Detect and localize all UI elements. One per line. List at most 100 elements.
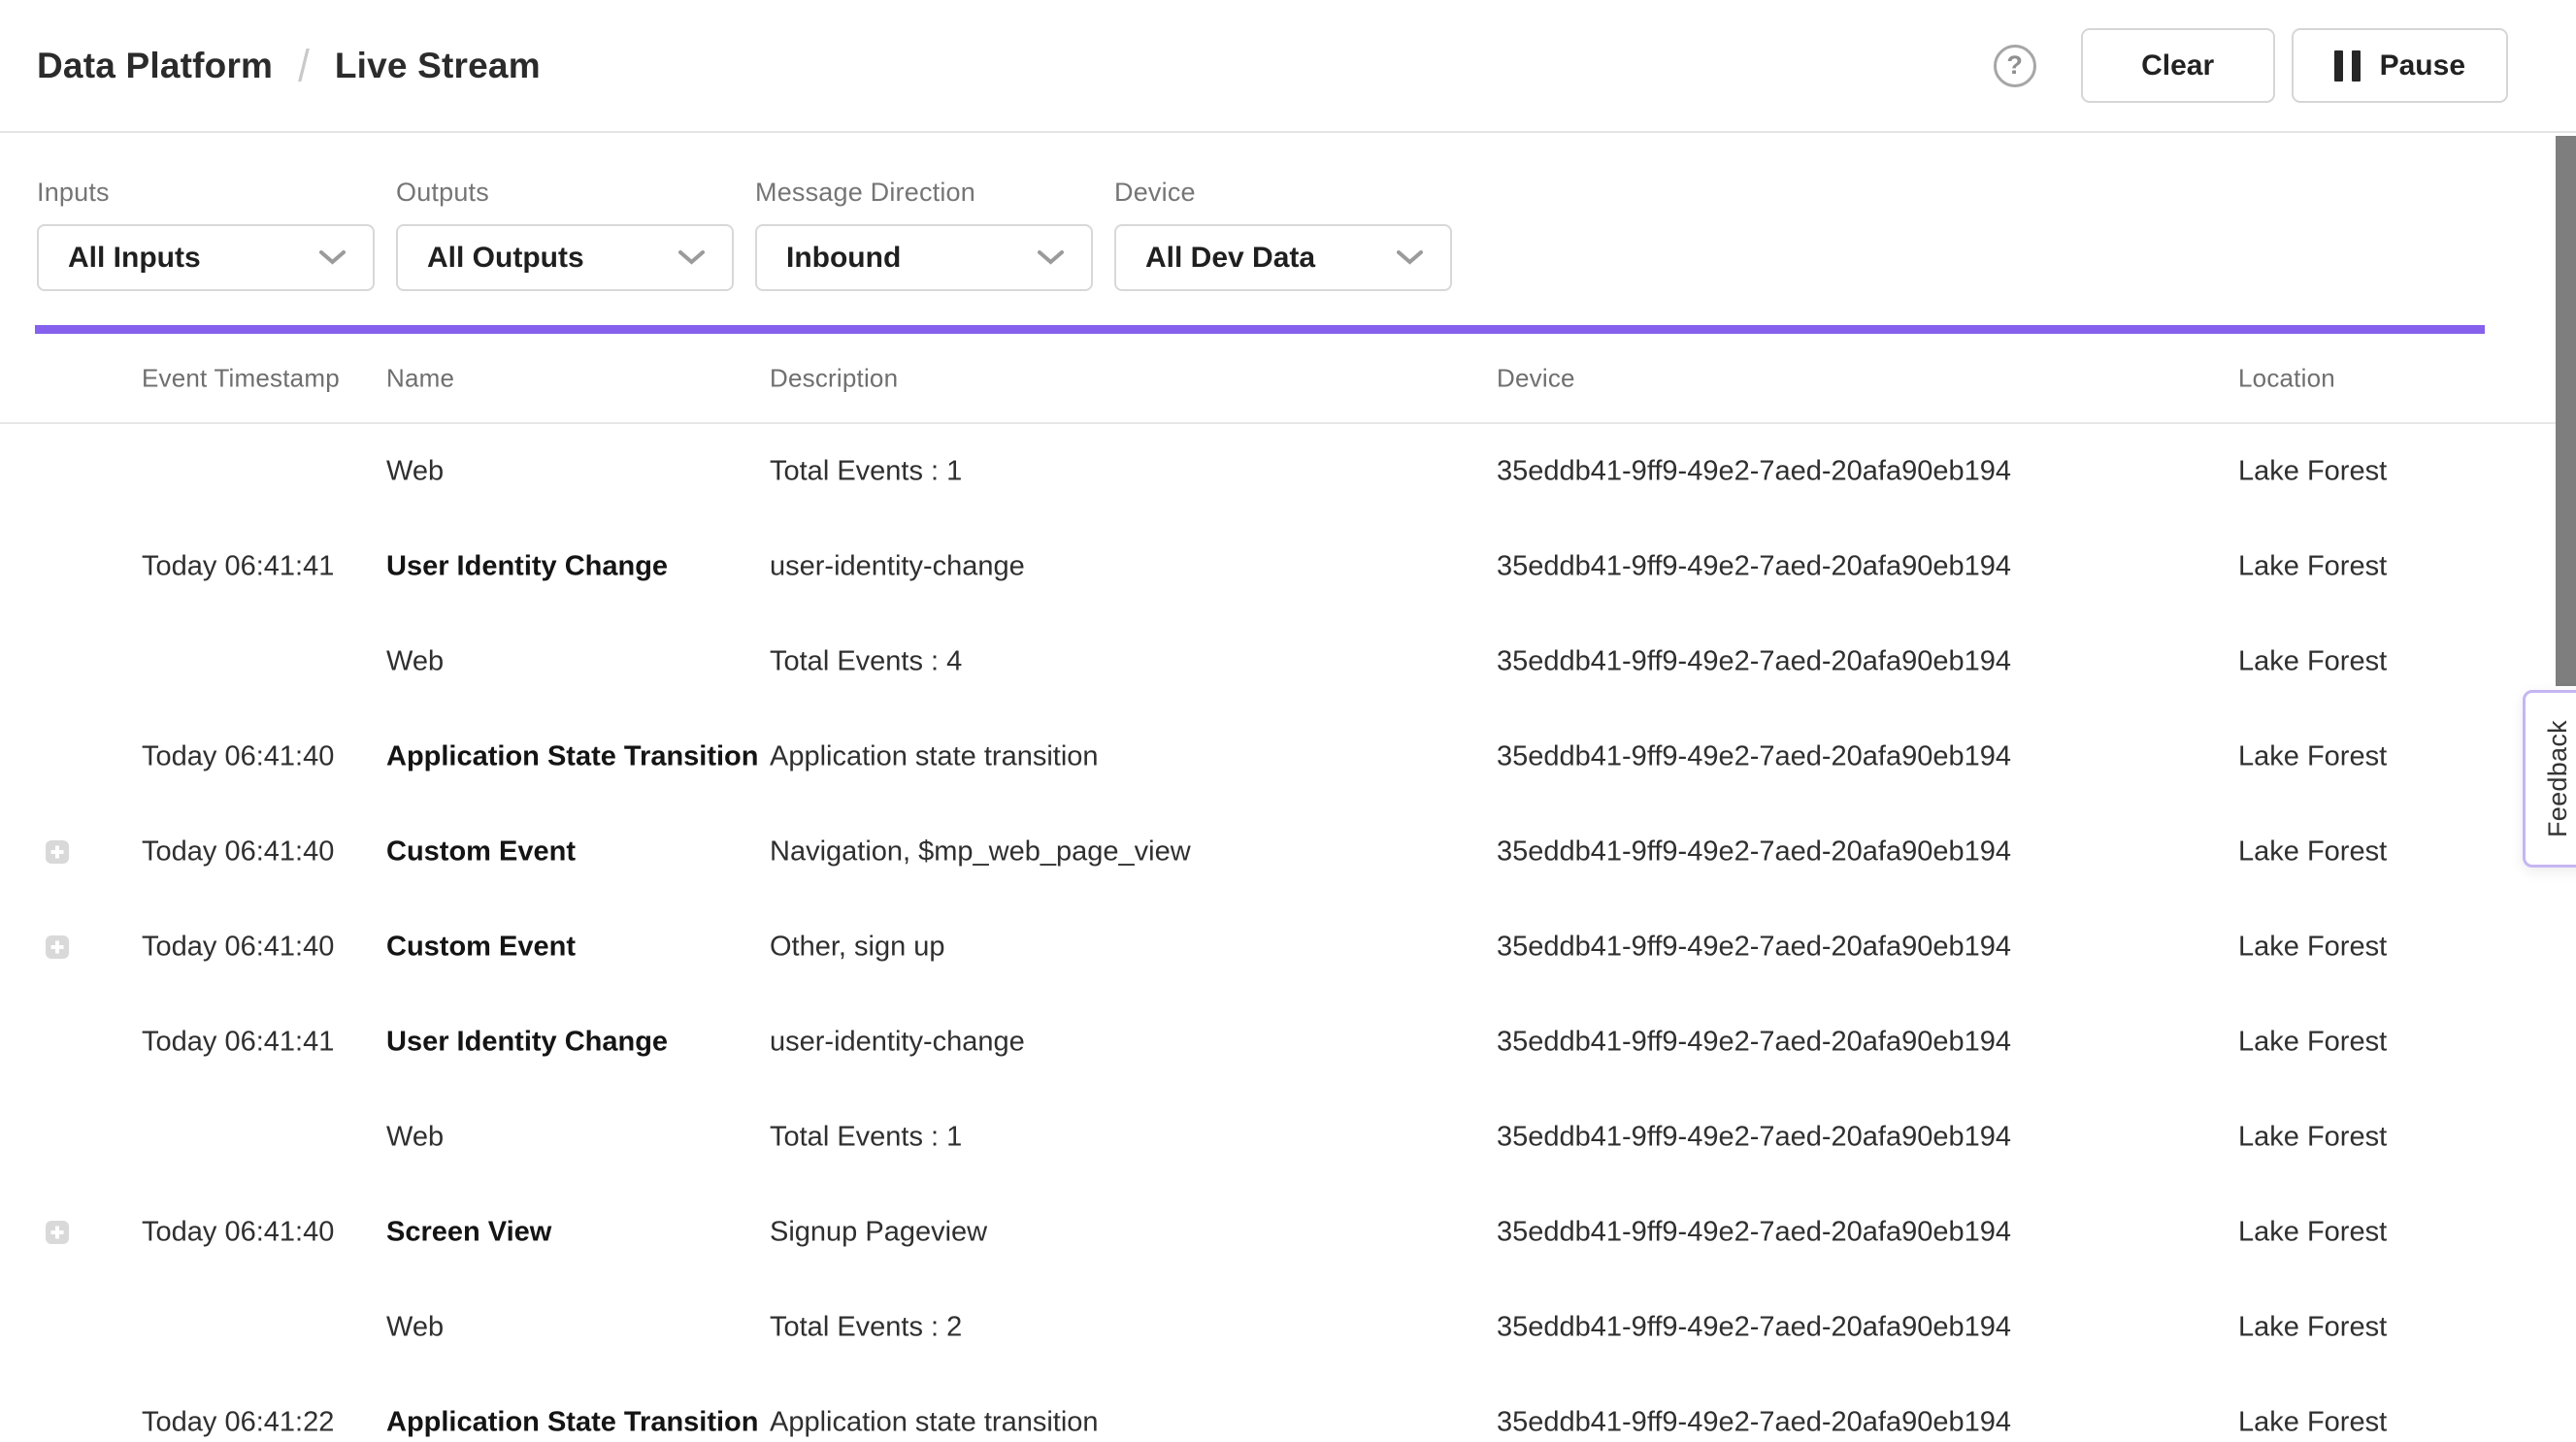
- cell-name: Application State Transition: [386, 1407, 759, 1439]
- outputs-dropdown[interactable]: All Outputs: [396, 224, 734, 291]
- cell-location: Lake Forest: [2238, 932, 2387, 964]
- table-header: Event Timestamp Name Description Device …: [0, 334, 2576, 424]
- filter-message-direction-label: Message Direction: [755, 178, 1093, 208]
- help-icon[interactable]: ?: [1994, 45, 2036, 87]
- filter-outputs-label: Outputs: [396, 178, 734, 208]
- cell-timestamp: Today 06:41:22: [142, 1407, 334, 1439]
- column-header-timestamp: Event Timestamp: [142, 363, 340, 393]
- cell-description: Application state transition: [770, 1407, 1099, 1439]
- cell-name: Screen View: [386, 1217, 551, 1249]
- pause-icon: [2334, 50, 2361, 82]
- chevron-down-icon: [678, 250, 705, 265]
- filter-outputs: Outputs All Outputs: [396, 178, 734, 291]
- cell-description: user-identity-change: [770, 1027, 1025, 1059]
- cell-device: 35eddb41-9ff9-49e2-7aed-20afa90eb194: [1497, 456, 2011, 488]
- cell-description: Other, sign up: [770, 932, 945, 964]
- device-dropdown-value: All Dev Data: [1145, 242, 1315, 275]
- expand-row-icon[interactable]: [46, 840, 69, 864]
- cell-description: Total Events : 2: [770, 1312, 962, 1344]
- cell-name: User Identity Change: [386, 551, 668, 583]
- feedback-tab[interactable]: Feedback: [2523, 690, 2576, 868]
- cell-device: 35eddb41-9ff9-49e2-7aed-20afa90eb194: [1497, 1217, 2011, 1249]
- cell-description: Total Events : 1: [770, 456, 962, 488]
- cell-name: Web: [386, 456, 444, 488]
- cell-device: 35eddb41-9ff9-49e2-7aed-20afa90eb194: [1497, 741, 2011, 773]
- column-header-location: Location: [2238, 363, 2335, 393]
- cell-location: Lake Forest: [2238, 836, 2387, 868]
- cell-location: Lake Forest: [2238, 456, 2387, 488]
- filter-device-label: Device: [1114, 178, 1452, 208]
- cell-description: Application state transition: [770, 741, 1099, 773]
- cell-location: Lake Forest: [2238, 1122, 2387, 1154]
- cell-timestamp: Today 06:41:40: [142, 1217, 334, 1249]
- table-row[interactable]: Today 06:41:41 User Identity Change user…: [0, 519, 2576, 614]
- table-row[interactable]: Today 06:41:40 Custom Event Other, sign …: [0, 900, 2576, 995]
- cell-name: Custom Event: [386, 932, 576, 964]
- table-row[interactable]: Today 06:41:40 Screen View Signup Pagevi…: [0, 1185, 2576, 1280]
- cell-timestamp: Today 06:41:41: [142, 1027, 334, 1059]
- table-row[interactable]: Web Total Events : 1 35eddb41-9ff9-49e2-…: [0, 1090, 2576, 1185]
- pause-button-label: Pause: [2380, 49, 2465, 82]
- cell-location: Lake Forest: [2238, 646, 2387, 678]
- cell-name: Web: [386, 1312, 444, 1344]
- cell-description: Navigation, $mp_web_page_view: [770, 836, 1191, 868]
- cell-name: User Identity Change: [386, 1027, 668, 1059]
- message-direction-dropdown-value: Inbound: [786, 242, 901, 275]
- cell-name: Web: [386, 1122, 444, 1154]
- cell-location: Lake Forest: [2238, 551, 2387, 583]
- live-stream-accent-bar: [35, 325, 2485, 334]
- cell-location: Lake Forest: [2238, 1407, 2387, 1439]
- clear-button[interactable]: Clear: [2081, 28, 2275, 103]
- cell-device: 35eddb41-9ff9-49e2-7aed-20afa90eb194: [1497, 551, 2011, 583]
- cell-name: Custom Event: [386, 836, 576, 868]
- table-row[interactable]: Web Total Events : 1 35eddb41-9ff9-49e2-…: [0, 424, 2576, 519]
- device-dropdown[interactable]: All Dev Data: [1114, 224, 1452, 291]
- cell-device: 35eddb41-9ff9-49e2-7aed-20afa90eb194: [1497, 646, 2011, 678]
- cell-device: 35eddb41-9ff9-49e2-7aed-20afa90eb194: [1497, 1407, 2011, 1439]
- event-table-body: Web Total Events : 1 35eddb41-9ff9-49e2-…: [0, 424, 2576, 1442]
- feedback-tab-label: Feedback: [2543, 690, 2573, 868]
- cell-location: Lake Forest: [2238, 1217, 2387, 1249]
- cell-timestamp: Today 06:41:40: [142, 836, 334, 868]
- cell-device: 35eddb41-9ff9-49e2-7aed-20afa90eb194: [1497, 932, 2011, 964]
- table-row[interactable]: Web Total Events : 4 35eddb41-9ff9-49e2-…: [0, 614, 2576, 709]
- column-header-device: Device: [1497, 363, 1575, 393]
- cell-description: Total Events : 4: [770, 646, 962, 678]
- chevron-down-icon: [319, 250, 346, 265]
- clear-button-label: Clear: [2141, 49, 2214, 82]
- cell-description: Total Events : 1: [770, 1122, 962, 1154]
- chevron-down-icon: [1397, 250, 1423, 265]
- pause-button[interactable]: Pause: [2292, 28, 2508, 103]
- message-direction-dropdown[interactable]: Inbound: [755, 224, 1093, 291]
- vertical-scrollbar-thumb[interactable]: [2556, 136, 2576, 686]
- cell-timestamp: Today 06:41:41: [142, 551, 334, 583]
- expand-row-icon[interactable]: [46, 1221, 69, 1244]
- outputs-dropdown-value: All Outputs: [427, 242, 584, 275]
- cell-timestamp: Today 06:41:40: [142, 741, 334, 773]
- cell-description: Signup Pageview: [770, 1217, 987, 1249]
- filter-inputs-label: Inputs: [37, 178, 375, 208]
- cell-description: user-identity-change: [770, 551, 1025, 583]
- inputs-dropdown[interactable]: All Inputs: [37, 224, 375, 291]
- cell-location: Lake Forest: [2238, 1312, 2387, 1344]
- column-header-description: Description: [770, 363, 898, 393]
- cell-device: 35eddb41-9ff9-49e2-7aed-20afa90eb194: [1497, 1122, 2011, 1154]
- table-row[interactable]: Web Total Events : 2 35eddb41-9ff9-49e2-…: [0, 1280, 2576, 1375]
- cell-name: Web: [386, 646, 444, 678]
- cell-device: 35eddb41-9ff9-49e2-7aed-20afa90eb194: [1497, 1312, 2011, 1344]
- cell-device: 35eddb41-9ff9-49e2-7aed-20afa90eb194: [1497, 836, 2011, 868]
- table-row[interactable]: Today 06:41:40 Custom Event Navigation, …: [0, 804, 2576, 900]
- filter-device: Device All Dev Data: [1114, 178, 1452, 291]
- filter-bar: Inputs All Inputs Outputs All Outputs Me…: [0, 133, 2576, 291]
- cell-name: Application State Transition: [386, 741, 759, 773]
- breadcrumb: Data Platform / Live Stream: [37, 43, 541, 89]
- table-row[interactable]: Today 06:41:40 Application State Transit…: [0, 709, 2576, 804]
- chevron-down-icon: [1038, 250, 1064, 265]
- table-row[interactable]: Today 06:41:22 Application State Transit…: [0, 1375, 2576, 1442]
- breadcrumb-section[interactable]: Data Platform: [37, 46, 273, 86]
- table-row[interactable]: Today 06:41:41 User Identity Change user…: [0, 995, 2576, 1090]
- expand-row-icon[interactable]: [46, 935, 69, 959]
- column-header-name: Name: [386, 363, 454, 393]
- cell-location: Lake Forest: [2238, 741, 2387, 773]
- inputs-dropdown-value: All Inputs: [68, 242, 201, 275]
